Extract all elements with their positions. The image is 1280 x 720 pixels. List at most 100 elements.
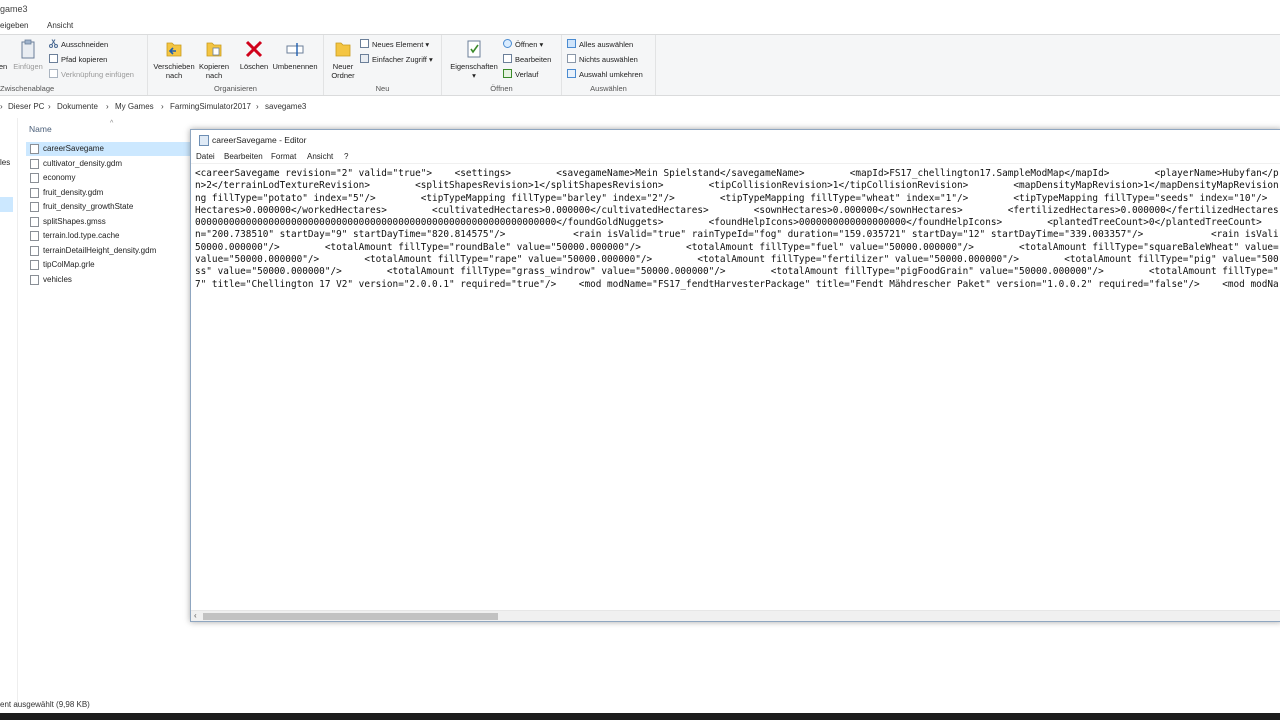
new-folder-button[interactable]: Neuer Ordner [328,39,358,80]
window-title: game3 [0,4,28,14]
scissors-icon [49,39,58,48]
breadcrumb-item-savegame3[interactable]: savegame3 [265,102,306,111]
file-name: terrain.lod.type.cache [43,231,120,240]
new-item-button[interactable]: Neues Element ▾ [360,39,429,51]
organize-group-label: Organisieren [214,84,257,93]
new-folder-icon [333,39,353,59]
select-none-label: Nichts auswählen [579,55,638,64]
breadcrumb-item-this-pc[interactable]: Dieser PC [8,102,44,111]
tab-ansicht[interactable]: Ansicht [47,21,73,30]
text-line: <careerSavegame revision="2" valid="true… [195,168,1279,179]
file-list-item[interactable]: economy [26,171,190,185]
ribbon-tabs: eigeben Ansicht [0,20,1280,34]
notepad-window[interactable]: careerSavegame - Editor Datei Bearbeiten… [190,129,1280,622]
menu-file[interactable]: Datei [196,152,215,161]
select-all-button[interactable]: Alles auswählen [567,39,633,51]
scroll-left-icon[interactable]: ‹ [194,611,197,620]
column-header: Name ^ [26,120,196,136]
breadcrumb-chevron-icon: › [0,102,3,111]
status-bar: ent ausgewählt (9,98 KB) [0,698,400,712]
invert-selection-button[interactable]: Auswahl umkehren [567,69,643,81]
history-button[interactable]: Verlauf [503,69,538,81]
easy-access-label: Einfacher Zugriff [372,55,427,64]
open-button[interactable]: Öffnen ▾ [503,39,543,51]
file-icon [30,260,39,270]
text-line: value="50000.000000"/> <totalAmount fill… [195,254,1279,266]
text-line: Hectares>0.000000</workedHectares> <cult… [195,204,1279,216]
easy-access-icon [360,54,369,63]
new-item-label: Neues Element [372,40,424,49]
file-name: fruit_density.gdm [43,187,104,197]
copy-path-button[interactable]: Pfad kopieren [49,54,107,66]
file-list-item[interactable]: careerSavegame [26,142,190,156]
move-to-label: Verschieben nach [153,62,195,80]
open-group: Eigenschaften ▾ Öffnen ▾ Bearbeiten Verl… [442,35,562,95]
nav-item-selected[interactable] [0,197,13,212]
file-list-item[interactable]: fruit_density.gdm [26,186,190,200]
properties-button[interactable]: Eigenschaften ▾ [448,39,500,80]
breadcrumb-item-documents[interactable]: Dokumente [57,102,98,111]
notepad-text-area[interactable]: <careerSavegame revision="2" valid="true… [195,168,1279,608]
file-icon [30,245,39,256]
move-to-button[interactable]: Verschieben nach [152,39,196,80]
file-icon [30,187,39,198]
new-group-label: Neu [375,84,390,93]
invert-selection-label: Auswahl umkehren [579,70,643,79]
text-line: n="200.738510" startDay="9" startDayTime… [195,229,1279,241]
tab-freigeben[interactable]: eigeben [0,21,28,30]
paste-shortcut-icon [49,69,58,78]
clipboard-icon [18,39,38,59]
file-icon [30,216,39,227]
file-icon [30,158,39,169]
new-folder-label: Neuer Ordner [331,62,355,80]
menu-format[interactable]: Format [271,152,296,161]
cut-button[interactable]: Ausschneiden [49,39,108,51]
history-label: Verlauf [515,70,539,79]
nav-item-clipped[interactable]: les [0,158,10,167]
paste-shortcut-button[interactable]: Verknüpfung einfügen [49,69,134,81]
breadcrumb[interactable]: › Dieser PC › Dokumente › My Games › Far… [0,100,1280,114]
breadcrumb-item-my-games[interactable]: My Games [115,102,154,111]
breadcrumb-item-farming-simulator[interactable]: FarmingSimulator2017 [170,102,251,111]
menu-edit[interactable]: Bearbeiten [224,152,263,161]
breadcrumb-chevron-icon: › [161,102,164,111]
clipped-button[interactable]: en [0,39,12,71]
file-list-item[interactable]: fruit_density_growthState [26,200,190,214]
file-name: tipColMap.grle [43,260,95,269]
copy-to-button[interactable]: Kopieren nach [197,39,231,80]
open-group-label: Öffnen [490,84,513,93]
file-list-item[interactable]: cultivator_density.gdm [26,157,190,171]
text-line: ng fillType="potato" index="5"/> <tipTyp… [195,192,1279,204]
column-header-name[interactable]: Name [29,124,52,134]
rename-icon [285,39,305,59]
menu-view[interactable]: Ansicht [307,152,333,161]
scrollbar-thumb[interactable] [203,613,498,620]
copy-to-label: Kopieren nach [198,62,230,80]
paste-button[interactable]: Einfügen [12,39,44,71]
edit-button[interactable]: Bearbeiten [503,54,551,66]
organize-group: Verschieben nach Kopieren nach Löschen U… [148,35,324,95]
easy-access-button[interactable]: Einfacher Zugriff ▾ [360,54,433,66]
open-icon [503,39,512,48]
file-list-item[interactable]: tipColMap.grle [26,258,190,272]
file-list-item[interactable]: terrain.lod.type.cache [26,229,190,243]
file-list-item[interactable]: vehicles [26,273,190,287]
clipboard-group: en Einfügen Ausschneiden Pfad kopieren V… [0,35,148,95]
rename-label: Umbenennen [272,62,318,71]
copy-path-icon [49,54,58,63]
file-name: splitShapes.gmss [43,216,106,226]
rename-button[interactable]: Umbenennen [270,39,320,71]
taskbar [0,713,1280,720]
invert-selection-icon [567,69,576,78]
delete-button[interactable]: Löschen [237,39,271,71]
properties-icon [464,39,484,59]
select-none-button[interactable]: Nichts auswählen [567,54,638,66]
delete-x-icon [244,39,264,59]
notepad-title-bar[interactable]: careerSavegame - Editor [191,130,1280,150]
file-list-item[interactable]: terrainDetailHeight_density.gdm [26,244,190,258]
navigation-pane[interactable]: les [0,118,18,708]
horizontal-scrollbar[interactable]: ‹ [191,610,1280,621]
status-text: ent ausgewählt (9,98 KB) [0,700,90,709]
file-list-item[interactable]: splitShapes.gmss [26,215,190,229]
menu-help[interactable]: ? [344,152,348,161]
